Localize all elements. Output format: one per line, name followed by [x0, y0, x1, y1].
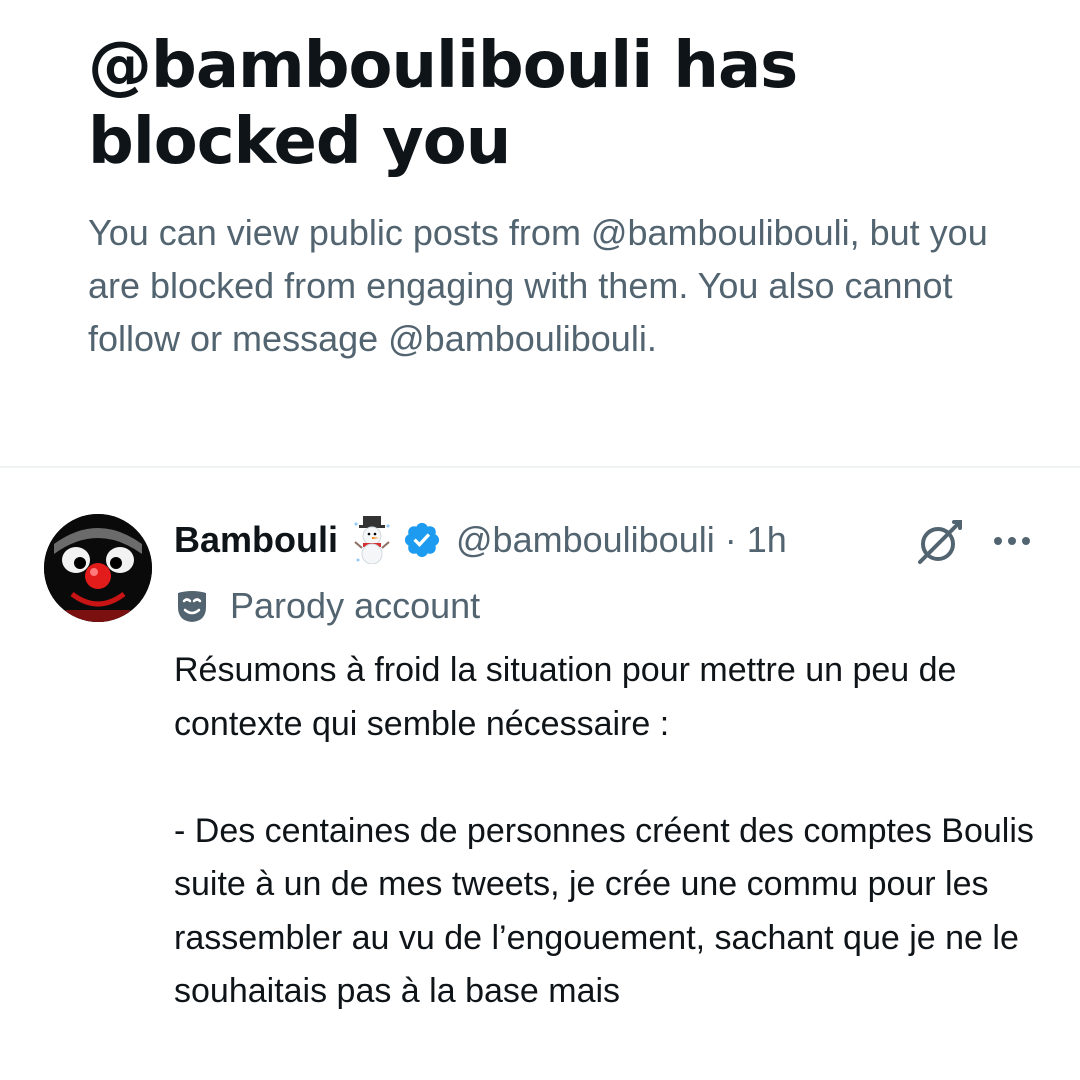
- parody-label-row: Parody account: [176, 580, 480, 632]
- post-header: Bambouli @bamboulibouli · 1h: [174, 512, 787, 568]
- blocked-notice: @bamboulibouli has blocked you You can v…: [88, 28, 1018, 365]
- separator: ·: [724, 519, 737, 560]
- theater-mask-icon: [176, 589, 208, 623]
- author-handle[interactable]: @bamboulibouli: [456, 519, 715, 561]
- post-time[interactable]: 1h: [747, 519, 787, 561]
- avatar[interactable]: [44, 514, 152, 622]
- snowman-emoji-icon: [352, 516, 392, 565]
- more-options-icon[interactable]: [990, 526, 1034, 556]
- avatar-image: [44, 514, 152, 622]
- grok-icon[interactable]: [914, 516, 966, 568]
- parody-account-label: Parody account: [230, 585, 481, 626]
- blocked-description: You can view public posts from @bambouli…: [88, 212, 988, 359]
- post-text: Résumons à froid la situation pour mettr…: [174, 651, 1034, 1010]
- blocked-title: @bamboulibouli has blocked you: [88, 29, 798, 179]
- divider: [0, 466, 1080, 468]
- verified-badge-icon[interactable]: [402, 520, 442, 560]
- author-name[interactable]: Bambouli: [174, 519, 338, 561]
